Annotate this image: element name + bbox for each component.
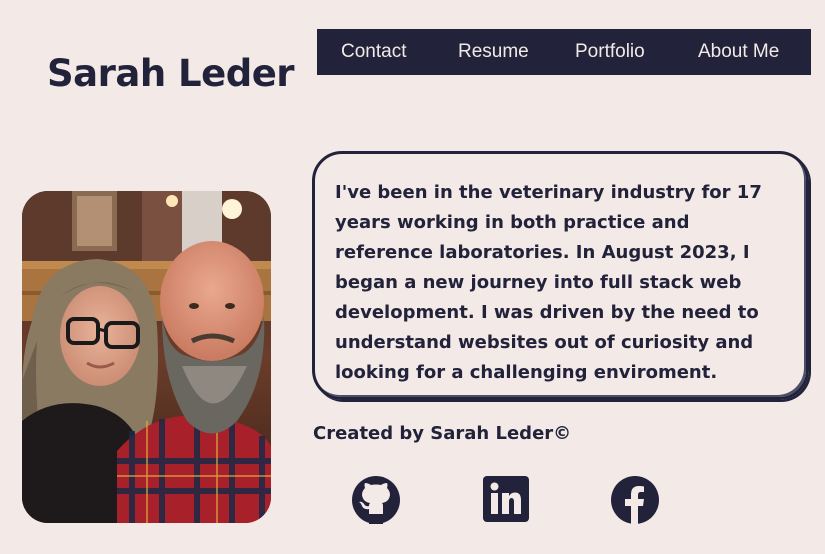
- linkedin-icon: [483, 476, 529, 522]
- nav-about-me[interactable]: About Me: [698, 29, 779, 75]
- profile-photo: [22, 191, 271, 523]
- github-link[interactable]: [352, 476, 400, 524]
- site-title: Sarah Leder: [47, 52, 295, 95]
- bio-text: I've been in the veterinary industry for…: [335, 182, 762, 383]
- about-card: I've been in the veterinary industry for…: [312, 151, 809, 400]
- footer-credit: Created by Sarah Leder©: [313, 423, 572, 444]
- facebook-icon: [611, 476, 659, 524]
- nav-portfolio[interactable]: Portfolio: [575, 29, 645, 75]
- facebook-link[interactable]: [611, 476, 659, 524]
- linkedin-link[interactable]: [483, 476, 529, 522]
- main-nav: Contact Resume Portfolio About Me: [317, 29, 811, 75]
- github-icon: [352, 476, 400, 524]
- nav-resume[interactable]: Resume: [458, 29, 529, 75]
- nav-contact[interactable]: Contact: [341, 29, 406, 75]
